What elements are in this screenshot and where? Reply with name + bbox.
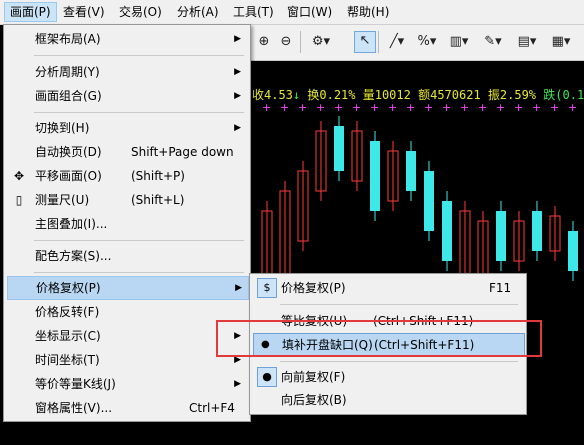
menu-item-analysis-period[interactable]: 分析周期(Y) ▶: [7, 61, 247, 83]
candle-body: [532, 211, 542, 251]
menu-separator: [34, 55, 244, 56]
menu-item-auto-page[interactable]: 自动换页(D) Shift+Page down: [7, 141, 247, 163]
menu-huamian[interactable]: 画面(P): [4, 2, 57, 22]
dollar-icon: $: [257, 278, 277, 298]
submenu-arrow-icon: ▶: [234, 34, 241, 44]
menu-separator: [34, 272, 244, 273]
menu-bar: 画面(P) 查看(V) 交易(O) 分析(A) 工具(T) 窗口(W) 帮助(H…: [0, 0, 584, 25]
menu-gongju[interactable]: 工具(T): [228, 3, 279, 21]
submenu-arrow-icon: ▶: [234, 67, 241, 77]
gear-icon[interactable]: ⚙▾: [308, 33, 334, 51]
chart-type-icon[interactable]: ▤▾: [514, 33, 540, 51]
line-tool-icon[interactable]: ╱▾: [386, 33, 408, 51]
move-icon: ✥: [13, 169, 25, 183]
toolbar-divider: [300, 31, 301, 53]
menu-item-layout-combo[interactable]: 画面组合(G) ▶: [7, 85, 247, 107]
chart-toolbar: ⊕ ⊖ ⚙▾ ↖ ╱▾ %▾ ▥▾ ✎▾ ▤▾ ▦▾: [248, 25, 584, 61]
indicator-icon[interactable]: ▥▾: [446, 33, 472, 51]
stat-turnover: 换0.21%: [307, 88, 356, 102]
menu-item-frame-layout[interactable]: 框架布局(A) ▶: [7, 28, 247, 50]
menu-item-ruler[interactable]: ▯ 测量尺(U) (Shift+L): [7, 189, 247, 211]
cursor-icon[interactable]: ↖: [354, 31, 376, 53]
toolbar-divider: [378, 31, 379, 53]
submenu-arrow-icon: ▶: [234, 123, 241, 133]
candle-body: [442, 201, 452, 261]
draw-icon[interactable]: ✎▾: [480, 33, 506, 51]
stat-close: 收4.53: [252, 88, 293, 102]
stat-change: 跌(0.1: [543, 88, 584, 102]
ruler-icon: ▯: [15, 193, 23, 207]
submenu-item-price-adjust[interactable]: $ 价格复权(P) F11: [253, 277, 523, 299]
menu-item-price-adjust[interactable]: 价格复权(P) ▶: [7, 276, 249, 300]
submenu-item-backward-adjust[interactable]: 向后复权(B): [253, 389, 523, 411]
stat-arrow: ↓: [292, 88, 301, 102]
candle-body: [370, 141, 380, 211]
menu-fenxi[interactable]: 分析(A): [172, 3, 224, 21]
menu-separator: [280, 304, 518, 305]
submenu-arrow-icon: ▶: [235, 283, 242, 293]
submenu-arrow-icon: ▶: [234, 91, 241, 101]
submenu-arrow-icon: ▶: [234, 379, 241, 389]
menu-separator: [280, 361, 518, 362]
menu-item-switch-to[interactable]: 切换到(H) ▶: [7, 117, 247, 139]
highlight-annotation-box: [216, 320, 542, 357]
menu-separator: [34, 112, 244, 113]
menu-item-overlay[interactable]: 主图叠加(I)...: [7, 213, 247, 235]
quote-stat-bar: 收4.53↓ 换0.21% 量10012 额4570621 振2.59% 跌(0…: [252, 86, 584, 104]
zoom-in-icon[interactable]: ⊕: [256, 33, 272, 51]
stat-amount: 额4570621: [418, 88, 481, 102]
candle-body: [334, 126, 344, 171]
stat-amplitude: 振2.59%: [487, 88, 537, 102]
menu-item-pan[interactable]: ✥ 平移画面(O) (Shift+P): [7, 165, 247, 187]
menu-item-equal-kline[interactable]: 等价等量K线(J) ▶: [7, 373, 247, 395]
candle-body: [406, 151, 416, 191]
candle-body: [424, 171, 434, 231]
candle-body: [496, 211, 506, 261]
candle-body: [568, 231, 578, 271]
menu-item-coord-display[interactable]: 坐标显示(C) ▶: [7, 325, 247, 347]
stat-volume: 量10012: [362, 88, 411, 102]
menu-jiaoyi[interactable]: 交易(O): [114, 3, 167, 21]
zoom-out-icon[interactable]: ⊖: [278, 33, 294, 51]
percent-icon[interactable]: %▾: [416, 33, 438, 51]
submenu-item-forward-adjust[interactable]: ● 向前复权(F): [253, 366, 523, 388]
menu-chuangkou[interactable]: 窗口(W): [282, 3, 337, 21]
menu-separator: [34, 240, 244, 241]
menu-item-pane-props[interactable]: 窗格属性(V)... Ctrl+F4: [7, 397, 247, 419]
menu-bangzhu[interactable]: 帮助(H): [342, 3, 394, 21]
menu-chakan[interactable]: 查看(V): [58, 3, 110, 21]
menu-item-time-axis[interactable]: 时间坐标(T) ▶: [7, 349, 247, 371]
bullet-icon: ●: [257, 367, 277, 387]
menu-item-color-scheme[interactable]: 配色方案(S)...: [7, 245, 247, 267]
huamian-menu: 框架布局(A) ▶ 分析周期(Y) ▶ 画面组合(G) ▶ 切换到(H) ▶ 自…: [3, 24, 251, 422]
menu-item-price-invert[interactable]: 价格反转(F): [7, 301, 247, 323]
toolbar-more-icon[interactable]: ▦▾: [548, 33, 574, 51]
